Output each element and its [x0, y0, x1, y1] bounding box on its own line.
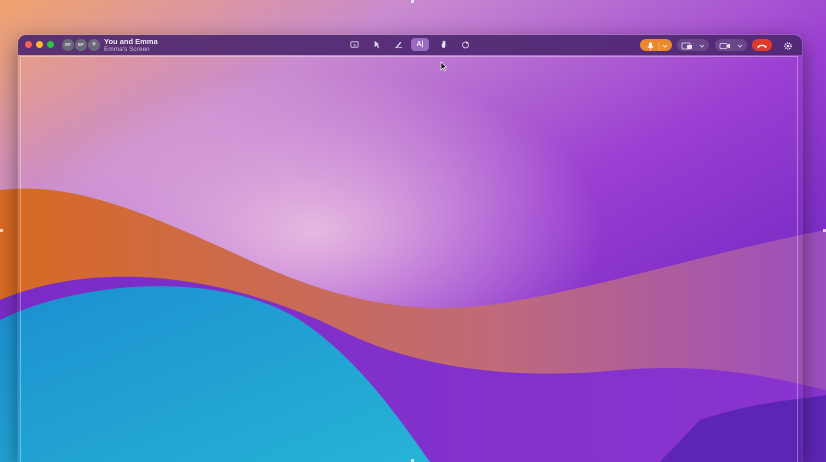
call-subtitle: Emma's Screen: [104, 45, 150, 53]
camera-button[interactable]: [715, 39, 747, 51]
screen-share-button[interactable]: [677, 39, 709, 51]
selection-handle: [411, 0, 414, 3]
phone-hangup-icon: [757, 44, 767, 48]
close-button[interactable]: [25, 41, 32, 48]
control-icon[interactable]: [345, 38, 363, 51]
gear-icon: [784, 42, 792, 50]
wave-icon[interactable]: [435, 38, 453, 51]
avatar[interactable]: EF: [62, 39, 74, 51]
control-icon-glyph: [349, 41, 359, 48]
wave-icon-glyph: [441, 40, 445, 49]
minimize-button[interactable]: [36, 41, 43, 48]
screen-share-icon: [681, 42, 705, 50]
shared-screen-view[interactable]: [20, 56, 798, 462]
pointer-icon[interactable]: [367, 38, 385, 51]
reaction-icon-glyph: [461, 40, 469, 49]
pointer-icon-glyph: [374, 40, 379, 49]
microphone-button[interactable]: [640, 39, 672, 51]
end-call-button[interactable]: [752, 39, 772, 51]
settings-button[interactable]: [782, 39, 794, 51]
zoom-button[interactable]: [47, 41, 54, 48]
facetime-window: EF EF + You and Emma Emma's Screen A|: [18, 35, 802, 462]
camera-icon: [719, 43, 743, 49]
text-tool[interactable]: A|: [411, 38, 429, 51]
add-participant-button[interactable]: +: [88, 39, 100, 51]
text-tool-label: A|: [416, 41, 424, 48]
draw-icon-glyph: [394, 41, 402, 49]
draw-icon[interactable]: [389, 38, 407, 51]
avatar[interactable]: EF: [75, 39, 87, 51]
selection-handle: [0, 229, 3, 232]
microphone-icon: [647, 42, 668, 50]
mouse-cursor-icon: [440, 61, 448, 72]
reaction-icon[interactable]: [456, 38, 474, 51]
title-bar: EF EF + You and Emma Emma's Screen A|: [18, 35, 802, 55]
